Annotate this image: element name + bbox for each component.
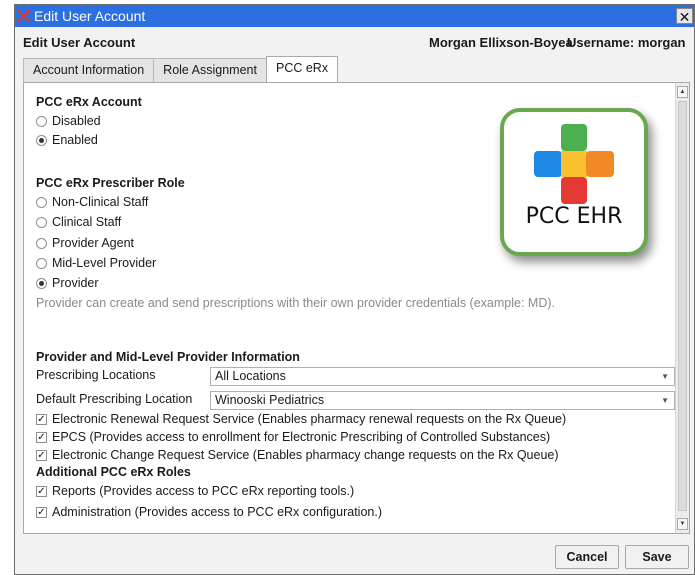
scroll-content: PCC eRx Account Disabled Enabled PCC eRx… [24,83,676,533]
radio-button[interactable] [36,257,47,269]
checkbox-epcs[interactable]: ✓ EPCS (Provides access to enrollment fo… [36,428,550,446]
radio-label: Mid-Level Provider [52,256,157,270]
checkbox-reports[interactable]: ✓ Reports (Provides access to PCC eRx re… [36,482,354,500]
radio-button[interactable] [36,196,47,208]
default-location-select[interactable]: Winooski Pediatrics ▼ [210,391,675,410]
prescriber-role-title: PCC eRx Prescriber Role [36,176,185,190]
provider-hint-text: Provider can create and send prescriptio… [36,296,555,310]
window-title: Edit User Account [34,8,146,24]
dialog-title: Edit User Account [23,34,136,50]
tab-account-information[interactable]: Account Information [23,58,155,82]
prescribing-locations-label: Prescribing Locations [36,368,156,382]
radio-mid-level-provider[interactable]: Mid-Level Provider [36,254,156,272]
select-value: All Locations [215,369,286,383]
app-icon [17,9,31,23]
checkbox-change-request[interactable]: ✓ Electronic Change Request Service (Ena… [36,446,559,464]
tab-bar: Account Information Role Assignment PCC … [23,56,339,82]
checkbox[interactable]: ✓ [36,449,47,461]
radio-enabled[interactable]: Enabled [36,131,98,149]
radio-disabled[interactable]: Disabled [36,112,101,130]
radio-button[interactable] [36,115,47,127]
provider-info-title: Provider and Mid-Level Provider Informat… [36,350,300,364]
user-full-name: Morgan Ellixson-Boyea [429,34,573,50]
logo-text: PCC EHR [525,204,623,229]
radio-button[interactable] [36,216,47,228]
scroll-down-icon[interactable]: ▼ [677,518,688,530]
checkbox[interactable]: ✓ [36,485,47,497]
default-location-label: Default Prescribing Location [36,392,193,406]
tab-panel: PCC eRx Account Disabled Enabled PCC eRx… [23,82,690,534]
checkbox-administration[interactable]: ✓ Administration (Provides access to PCC… [36,503,382,521]
username-value: morgan [637,34,686,50]
radio-provider[interactable]: Provider [36,274,99,292]
radio-label: Provider [52,276,99,290]
checkbox-label: Administration (Provides access to PCC e… [52,505,382,519]
radio-label: Provider Agent [52,236,134,250]
scrollbar-thumb[interactable] [678,101,687,511]
cancel-button[interactable]: Cancel [555,545,619,569]
checkbox-renewal-request[interactable]: ✓ Electronic Renewal Request Service (En… [36,410,566,428]
checkbox-label: EPCS (Provides access to enrollment for … [52,430,551,444]
radio-button-selected[interactable] [36,134,47,146]
chevron-down-icon: ▼ [661,372,669,381]
edit-user-account-window: Edit User Account ✕ Edit User Account Mo… [14,4,695,575]
checkbox-label: Electronic Change Request Service (Enabl… [52,448,559,462]
dialog-footer: Cancel Save [15,540,694,574]
username-label: Username: [567,34,635,50]
scroll-up-icon[interactable]: ▲ [677,86,688,98]
tab-pcc-erx[interactable]: PCC eRx [265,56,339,82]
select-value: Winooski Pediatrics [215,393,325,407]
erx-account-title: PCC eRx Account [36,95,142,109]
additional-roles-title: Additional PCC eRx Roles [36,465,191,479]
radio-label: Clinical Staff [52,215,122,229]
close-icon[interactable]: ✕ [676,8,693,25]
tab-role-assignment[interactable]: Role Assignment [153,58,267,82]
prescribing-locations-select[interactable]: All Locations ▼ [210,367,675,386]
save-button[interactable]: Save [625,545,689,569]
radio-label: Disabled [52,114,101,128]
radio-clinical-staff[interactable]: Clinical Staff [36,213,121,231]
radio-provider-agent[interactable]: Provider Agent [36,234,134,252]
chevron-down-icon: ▼ [661,396,669,405]
checkbox[interactable]: ✓ [36,506,47,518]
checkbox[interactable]: ✓ [36,413,47,425]
checkbox-label: Electronic Renewal Request Service (Enab… [52,412,567,426]
radio-button[interactable] [36,237,47,249]
vertical-scrollbar[interactable]: ▲ ▼ [675,83,689,533]
radio-non-clinical-staff[interactable]: Non-Clinical Staff [36,193,148,211]
medical-cross-icon [534,124,614,204]
radio-button-selected[interactable] [36,277,47,289]
username-display: Username: morgan [567,35,686,50]
title-bar: Edit User Account ✕ [15,5,694,27]
dialog-header: Edit User Account Morgan Ellixson-Boyea … [15,27,694,57]
checkbox[interactable]: ✓ [36,431,47,443]
radio-label: Non-Clinical Staff [52,195,149,209]
pcc-ehr-logo: PCC EHR [500,108,648,256]
checkbox-label: Reports (Provides access to PCC eRx repo… [52,484,355,498]
radio-label: Enabled [52,133,98,147]
